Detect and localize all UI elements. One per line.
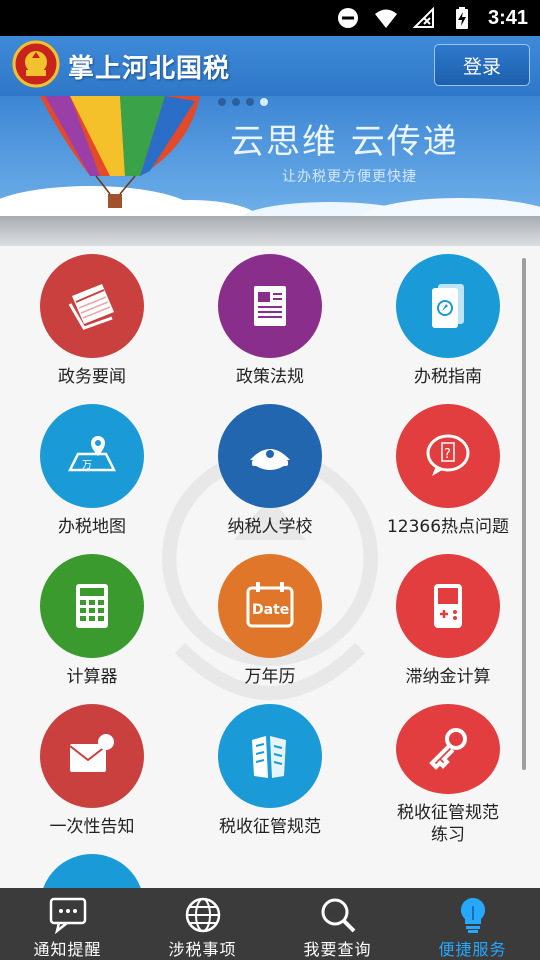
tile-label: 计算器 <box>66 667 118 687</box>
guide-book-icon <box>396 254 500 358</box>
tile-12366-hot-questions[interactable]: ? 12366热点问题 <box>359 396 537 546</box>
tile-label: 办税地图 <box>58 517 126 537</box>
tile-label: 政策法规 <box>236 367 304 387</box>
status-bar: 3:41 <box>0 0 540 36</box>
banner-carousel[interactable]: 云思维 云传递 让办税更方便更快捷 <box>0 96 540 216</box>
lightbulb-icon <box>460 897 485 933</box>
globe-icon <box>185 897 220 933</box>
nav-notifications[interactable]: 通知提醒 <box>0 888 135 960</box>
banner-divider <box>0 216 540 246</box>
tile-news[interactable]: 政务要闻 <box>3 246 181 396</box>
nav-query[interactable]: 我要查询 <box>270 888 405 960</box>
carousel-dot-active[interactable] <box>260 98 268 106</box>
tile-label: 万年历 <box>244 667 296 687</box>
app-title: 掌上河北国税 <box>68 54 231 84</box>
bottom-nav: 通知提醒 涉税事项 我要查询 便捷服务 <box>0 888 540 960</box>
map-pin-icon: 万 <box>40 404 144 508</box>
carousel-dot[interactable] <box>232 98 240 106</box>
tile-calendar[interactable]: Date 万年历 <box>181 546 359 696</box>
banner-slogan: 云思维 云传递 <box>230 122 459 162</box>
search-icon <box>321 898 355 933</box>
nav-label: 涉税事项 <box>168 940 237 959</box>
tile-label: 12366热点问题 <box>386 517 510 537</box>
calculator-icon <box>40 554 144 658</box>
tile-tax-regulation-practice[interactable]: 税收征管规范 练习 <box>359 696 537 846</box>
tile-taxpayer-school[interactable]: 纳税人学校 <box>181 396 359 546</box>
wifi-icon <box>374 9 397 28</box>
login-button[interactable]: 登录 <box>434 44 530 86</box>
svg-text:?: ? <box>444 447 451 462</box>
tile-label: 纳税人学校 <box>227 517 313 537</box>
nav-label: 通知提醒 <box>33 940 102 959</box>
banner-sub-slogan: 让办税更方便更快捷 <box>282 169 417 185</box>
tile-tax-regulation[interactable]: 税收征管规范 <box>181 696 359 846</box>
battery-charging-icon <box>455 7 468 29</box>
key-icon <box>396 704 500 794</box>
gamepad-icon <box>396 554 500 658</box>
newspaper-icon <box>40 254 144 358</box>
police-cap-icon <box>218 404 322 508</box>
mail-notice-icon <box>40 704 144 808</box>
carousel-dot[interactable] <box>246 98 254 106</box>
tile-label: 税收征管规范 <box>219 817 321 837</box>
tile-policy[interactable]: 政策法规 <box>181 246 359 396</box>
tile-label: 一次性告知 <box>49 817 135 837</box>
svg-text:万: 万 <box>82 460 92 471</box>
tile-map[interactable]: 万 办税地图 <box>3 396 181 546</box>
tile-label: 滞纳金计算 <box>405 667 491 687</box>
national-emblem-icon <box>12 40 60 88</box>
do-not-disturb-icon <box>337 8 358 28</box>
message-icon <box>49 897 86 934</box>
nav-tax-matters[interactable]: 涉税事项 <box>135 888 270 960</box>
calendar-icon: Date <box>218 554 322 658</box>
service-grid: 政务要闻 政策法规 办税指南 万 办税地图 纳税人学校 ? 12366热点问题 <box>0 246 540 888</box>
clock: 3:41 <box>487 6 528 29</box>
carousel-dot[interactable] <box>218 98 226 106</box>
no-signal-icon <box>412 6 434 28</box>
nav-convenient-services[interactable]: 便捷服务 <box>405 888 540 960</box>
nav-label: 便捷服务 <box>438 940 507 959</box>
tile-label: 办税指南 <box>414 367 482 387</box>
tile-partial[interactable] <box>3 846 181 888</box>
partial-tile-icon <box>40 854 144 888</box>
chat-question-icon: ? <box>396 404 500 508</box>
document-icon <box>218 254 322 358</box>
app-header: 掌上河北国税 登录 <box>0 36 540 96</box>
tile-late-fee-calc[interactable]: 滞纳金计算 <box>359 546 537 696</box>
tile-label: 税收征管规范 练习 <box>397 803 499 845</box>
nav-label: 我要查询 <box>303 940 372 959</box>
building-icon <box>218 704 322 808</box>
tile-calculator[interactable]: 计算器 <box>3 546 181 696</box>
tile-guide[interactable]: 办税指南 <box>359 246 537 396</box>
tile-label: 政务要闻 <box>58 367 126 387</box>
carousel-indicator <box>218 98 268 106</box>
svg-text:Date: Date <box>252 602 289 618</box>
tile-one-time-notice[interactable]: 一次性告知 <box>3 696 181 846</box>
